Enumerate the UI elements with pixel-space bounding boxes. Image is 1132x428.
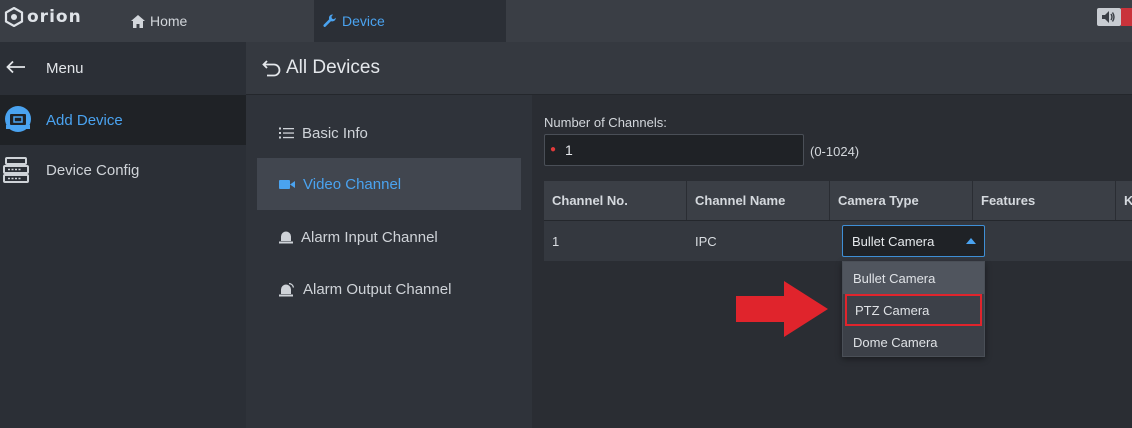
channels-label: Number of Channels: [544,115,667,130]
menu-item-add-device[interactable]: Add Device [0,95,246,145]
content-header: All Devices [246,42,1132,95]
option-ptz-camera[interactable]: PTZ Camera [845,294,982,326]
tab-device-label: Device [342,13,385,29]
menu-item-device-config[interactable]: Device Config [0,145,246,195]
window-control-button[interactable] [1121,8,1132,26]
subnav-item-label: Basic Info [302,124,368,142]
alarm-output-icon [279,282,295,296]
table-header: Channel No. Channel Name Camera Type Fea… [544,181,1132,221]
subnav-item-alarm-output-channel[interactable]: Alarm Output Channel [257,263,521,315]
number-of-channels-value: 1 [565,142,573,158]
cell-channel-name[interactable]: IPC [687,221,830,261]
home-icon [131,14,145,28]
logo-text: orion [27,7,82,27]
column-header-channel-name: Channel Name [687,181,830,220]
cell-features [973,221,1116,261]
option-bullet-camera[interactable]: Bullet Camera [843,262,984,294]
number-of-channels-input[interactable]: ● 1 [544,134,804,166]
list-icon [279,127,294,139]
column-header-features: Features [973,181,1116,220]
tab-device[interactable]: Device [314,0,506,42]
volume-button[interactable] [1097,8,1121,26]
hexagon-logo-icon [4,7,24,27]
table-row[interactable]: 1 IPC [544,221,1132,261]
camera-type-select[interactable]: Bullet Camera [842,225,985,257]
left-menu: Menu Add Device Device Config [0,42,246,428]
cell-channel-no: 1 [552,233,560,249]
channel-table: Channel No. Channel Name Camera Type Fea… [544,181,1132,357]
back-arrow-icon[interactable] [6,60,46,78]
subnav-item-label: Alarm Output Channel [303,280,452,298]
column-header-camera-type: Camera Type [830,181,973,220]
speaker-icon [1102,11,1115,23]
option-dome-camera[interactable]: Dome Camera [843,326,984,358]
tab-home[interactable]: Home [112,0,312,42]
menu-title: Menu [46,60,84,77]
column-header-channel-no: Channel No. [544,181,687,220]
page-title: All Devices [286,57,380,78]
menu-header: Menu [0,42,246,95]
subnav-item-video-channel[interactable]: Video Channel [257,158,521,210]
tab-home-label: Home [150,13,188,29]
add-device-icon [2,105,46,135]
camera-type-dropdown: Bullet Camera PTZ Camera Dome Camera [842,261,985,357]
required-marker: ● [550,144,557,155]
red-arrow-annotation-icon [736,281,828,337]
video-channel-panel: Number of Channels: ● 1 (0-1024) Channel… [532,95,1132,428]
subnav-item-basic-info[interactable]: Basic Info [257,107,521,159]
alarm-bell-icon [279,231,293,244]
menu-item-device-config-label: Device Config [46,161,140,179]
camera-type-selected-value: Bullet Camera [852,233,935,249]
return-icon[interactable] [262,59,282,77]
content-area: All Devices Basic Info Video Channel Ala [246,42,1132,428]
column-header-truncated: K [1124,193,1132,208]
subnav-item-alarm-input-channel[interactable]: Alarm Input Channel [257,211,521,263]
subnav-item-label: Alarm Input Channel [301,228,438,246]
wrench-icon [323,14,336,27]
caret-up-icon [966,238,976,244]
menu-item-add-device-label: Add Device [46,111,123,129]
video-camera-icon [279,179,295,189]
sub-navigation: Basic Info Video Channel Alarm Input Cha… [246,95,532,428]
top-bar: orion Home Device [0,0,1132,42]
orion-logo: orion [4,7,82,27]
channels-range-hint: (0-1024) [810,144,860,159]
device-config-icon [2,157,46,183]
subnav-item-label: Video Channel [303,175,402,193]
